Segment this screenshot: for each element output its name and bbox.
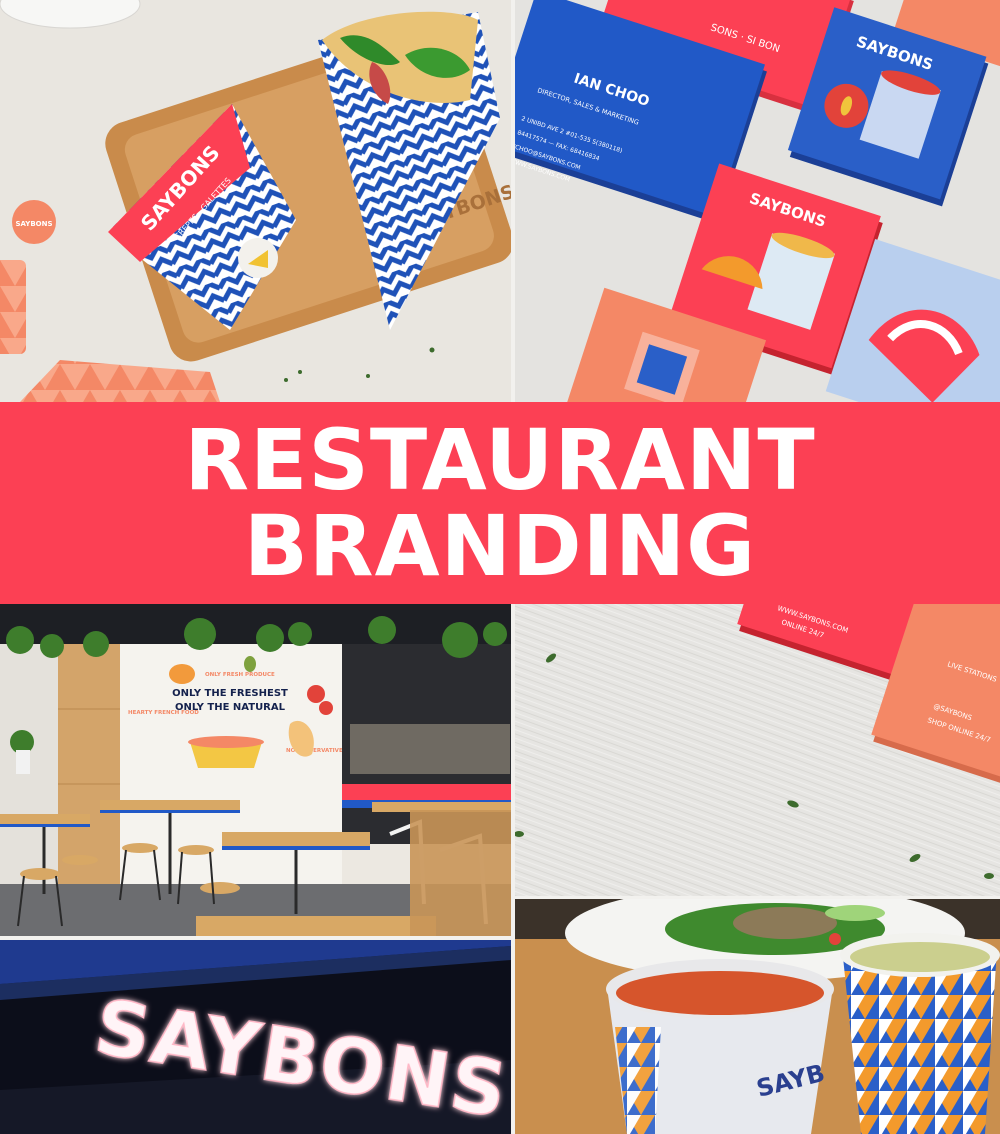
mural-headline-1: ONLY THE FRESHEST: [172, 688, 288, 699]
interior-scene: ONLY THE FRESHEST ONLY THE NATURAL HEART…: [0, 604, 511, 936]
soup-scene: SAYB: [515, 899, 1000, 1134]
photo-card-backs: WWW.SAYBONS.COM ONLINE 24/7 LIVE STATION…: [515, 604, 1000, 896]
mural-center: ONLY FRESH PRODUCE: [205, 672, 275, 678]
crepes-scene: SAYBONS SAYBONS CREPES · GALETTES SAYBON…: [0, 0, 511, 402]
leek-soup: [850, 942, 990, 972]
cards-scene: SONS · SI BON IAN CHOO DIRECTOR, SALES &…: [515, 0, 1000, 402]
photo-soup-cups: SAYB: [515, 899, 1000, 1134]
grilled-chicken-icon: [733, 907, 837, 939]
card-backs-scene: WWW.SAYBONS.COM ONLINE 24/7 LIVE STATION…: [515, 604, 1000, 896]
sticker-brand: SAYBONS: [15, 220, 52, 228]
mural-left: HEARTY FRENCH FOOD: [128, 710, 199, 716]
photo-restaurant-interior: ONLY THE FRESHEST ONLY THE NATURAL HEART…: [0, 604, 511, 936]
sign-scene: SAYBONS: [0, 940, 511, 1134]
photo-illuminated-sign: SAYBONS: [0, 940, 511, 1134]
photo-business-cards: SONS · SI BON IAN CHOO DIRECTOR, SALES &…: [515, 0, 1000, 402]
photo-crepes-tray: SAYBONS SAYBONS CREPES · GALETTES SAYBON…: [0, 0, 511, 402]
banner-title-line-1: RESTAURANT: [184, 411, 816, 509]
tomato-soup: [616, 971, 824, 1015]
tomato-mural-icon: [307, 685, 325, 703]
title-banner: RESTAURANT BRANDING: [0, 402, 1000, 604]
banner-title-line-2: BRANDING: [243, 497, 757, 595]
pumpkin-icon: [169, 664, 195, 684]
